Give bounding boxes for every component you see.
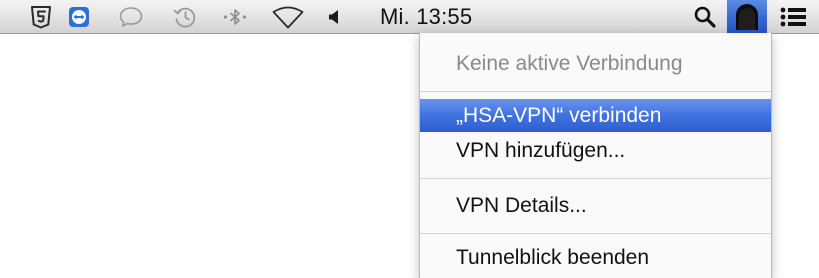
menu-item-vpn-details[interactable]: VPN Details...	[420, 189, 771, 223]
menu-bar: Mi. 13:55	[0, 0, 819, 34]
menu-separator	[420, 178, 771, 179]
teamviewer-icon[interactable]	[64, 0, 94, 34]
tunnelblick-icon[interactable]	[727, 0, 767, 34]
menu-item-quit-tunnelblick[interactable]: Tunnelblick beenden	[420, 241, 771, 275]
menu-item-connect-hsa-vpn[interactable]: „HSA-VPN“ verbinden	[420, 99, 771, 132]
menu-item-add-vpn[interactable]: VPN hinzufügen...	[420, 134, 771, 168]
bluetooth-icon[interactable]	[218, 0, 252, 34]
html5-shield-icon[interactable]	[26, 0, 56, 34]
time-machine-icon[interactable]	[168, 0, 202, 34]
notification-list-icon[interactable]	[776, 0, 810, 34]
speech-bubble-icon[interactable]	[114, 0, 148, 34]
menu-separator	[420, 233, 771, 234]
menubar-clock[interactable]: Mi. 13:55	[380, 0, 472, 34]
menu-separator	[420, 91, 771, 92]
menu-status-no-connection: Keine aktive Verbindung	[456, 52, 683, 75]
spotlight-search-icon[interactable]	[690, 0, 720, 34]
volume-icon[interactable]	[322, 0, 346, 34]
wifi-icon[interactable]	[268, 0, 308, 34]
tunnelblick-dropdown-menu: Keine aktive Verbindung „HSA-VPN“ verbin…	[419, 33, 772, 278]
